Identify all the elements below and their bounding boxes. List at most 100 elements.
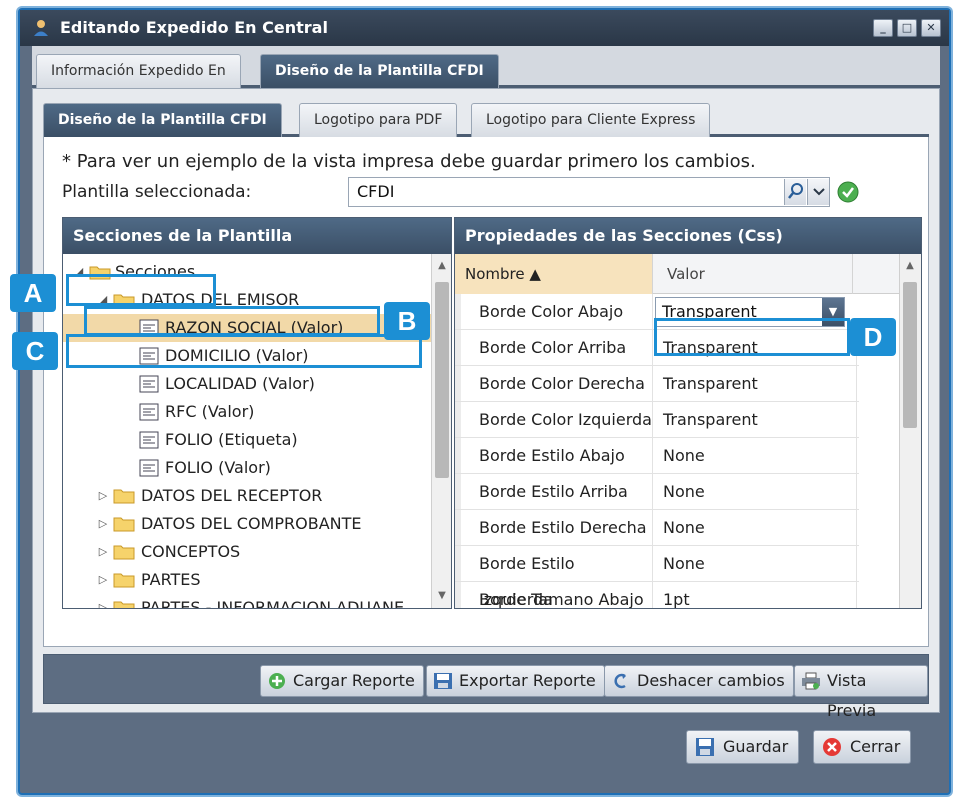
property-name: Borde Estilo Derecha [455, 510, 653, 545]
property-value[interactable]: None [653, 438, 857, 473]
save-button[interactable]: Guardar [686, 730, 800, 764]
tree-node-label: DATOS DEL COMPROBANTE [141, 514, 362, 533]
table-row[interactable]: Borde Tamano Abajo 1pt [455, 582, 859, 608]
property-name: Borde Estilo Izquierda [455, 546, 653, 608]
template-value: CFDI [357, 182, 395, 201]
design-panel: * Para ver un ejemplo de la vista impres… [43, 137, 929, 647]
user-icon [34, 20, 48, 36]
title-bar[interactable]: Editando Expedido En Central _ □ ✕ [20, 10, 949, 46]
property-value[interactable]: Transparent [653, 366, 857, 401]
sections-panel-title: Secciones de la Plantilla [63, 218, 451, 254]
tab-content: Diseño de la Plantilla CFDI Logotipo par… [32, 88, 940, 720]
undo-changes-button[interactable]: Deshacer cambios [604, 665, 794, 697]
sections-scrollbar[interactable]: ▲ ▼ [431, 254, 451, 608]
tree-node-folio-valor[interactable]: FOLIO (Valor) [63, 454, 431, 482]
property-value[interactable]: 1pt [653, 582, 857, 608]
export-report-button[interactable]: Exportar Reporte [426, 665, 605, 697]
expand-arrow-icon[interactable]: ▷ [97, 510, 109, 538]
table-row[interactable]: Borde Color Izquierda Transparent [455, 402, 859, 438]
load-report-label: Cargar Reporte [293, 671, 415, 690]
expand-arrow-icon[interactable]: ▷ [97, 566, 109, 594]
tab-logotipo-pdf[interactable]: Logotipo para PDF [299, 103, 458, 137]
tab-diseno-cfdi[interactable]: Diseño de la Plantilla CFDI [43, 103, 282, 137]
tree-node-conceptos[interactable]: ▷ CONCEPTOS [63, 538, 431, 566]
callout-c-label: C [12, 332, 58, 370]
text-field-icon [139, 459, 159, 477]
save-note: * Para ver un ejemplo de la vista impres… [62, 151, 756, 172]
property-value[interactable]: None [653, 546, 857, 581]
table-row[interactable]: Borde Estilo Abajo None [455, 438, 859, 474]
maximize-button[interactable]: □ [897, 19, 917, 37]
expand-arrow-icon[interactable]: ▷ [97, 482, 109, 510]
properties-scrollbar[interactable]: ▲ [899, 254, 921, 608]
close-window-button[interactable]: ✕ [921, 19, 941, 37]
callout-d-highlight [654, 318, 850, 356]
scroll-up-icon[interactable]: ▲ [900, 258, 920, 274]
scroll-thumb[interactable] [903, 282, 917, 428]
tree-node-label: DATOS DEL RECEPTOR [141, 486, 323, 505]
folder-icon [113, 489, 135, 504]
template-dropdown-button[interactable] [807, 179, 829, 205]
folder-icon [113, 601, 135, 608]
template-combo[interactable]: CFDI [348, 177, 830, 207]
tab-logotipo-cliente-express[interactable]: Logotipo para Cliente Express [471, 103, 711, 137]
tree-node-label: CONCEPTOS [141, 542, 241, 561]
minimize-button[interactable]: _ [873, 19, 893, 37]
print-preview-label: Vista Previa [827, 671, 877, 720]
close-button[interactable]: Cerrar [813, 730, 912, 764]
template-label: Plantilla seleccionada: [62, 182, 252, 202]
tab-diseno-plantilla[interactable]: Diseño de la Plantilla CFDI [260, 54, 499, 88]
text-field-icon [139, 375, 159, 393]
save-label: Guardar [723, 737, 789, 756]
scroll-down-icon[interactable]: ▼ [432, 588, 451, 604]
tree-node-label: FOLIO (Valor) [165, 458, 271, 477]
expand-arrow-icon[interactable]: ▷ [97, 538, 109, 566]
tree-node-rfc[interactable]: RFC (Valor) [63, 398, 431, 426]
scroll-up-icon[interactable]: ▲ [432, 258, 451, 274]
tree-node-label: LOCALIDAD (Valor) [165, 374, 315, 393]
property-value[interactable]: None [653, 510, 857, 545]
search-icon [788, 183, 803, 199]
tree-node-label: PARTES - INFORMACION ADUANE [141, 598, 405, 609]
property-name: Borde Estilo Arriba [455, 474, 653, 509]
folder-icon [113, 545, 135, 560]
text-field-icon [139, 403, 159, 421]
table-row[interactable]: Borde Estilo Derecha None [455, 510, 859, 546]
close-label: Cerrar [850, 737, 901, 756]
property-value[interactable]: Transparent [653, 402, 857, 437]
export-report-label: Exportar Reporte [459, 671, 596, 690]
property-name: Borde Tamano Abajo [455, 582, 653, 608]
print-preview-button[interactable]: Vista Previa [794, 665, 928, 720]
screenshot-frame: Editando Expedido En Central _ □ ✕ Infor… [0, 0, 972, 803]
property-name: Borde Color Arriba [455, 330, 653, 365]
tree-node-folio-etiqueta[interactable]: FOLIO (Etiqueta) [63, 426, 431, 454]
tree-node-label: FOLIO (Etiqueta) [165, 430, 298, 449]
window-title: Editando Expedido En Central [60, 18, 328, 37]
report-toolbar: Cargar Reporte Exportar Reporte Deshacer… [43, 654, 929, 720]
column-header-valor[interactable]: Valor [653, 254, 853, 294]
table-row[interactable]: Borde Color Derecha Transparent [455, 366, 859, 402]
printer-icon [802, 672, 820, 690]
tree-node-localidad[interactable]: LOCALIDAD (Valor) [63, 370, 431, 398]
tree-node-datos-comprobante[interactable]: ▷ DATOS DEL COMPROBANTE [63, 510, 431, 538]
tree-node-partes-aduana[interactable]: ▷ PARTES - INFORMACION ADUANE [63, 594, 431, 609]
save-disk-icon [434, 673, 452, 689]
folder-icon [113, 573, 135, 588]
callout-d-label: D [850, 318, 896, 356]
dialog-window: Editando Expedido En Central _ □ ✕ Infor… [18, 8, 951, 795]
tree-node-datos-receptor[interactable]: ▷ DATOS DEL RECEPTOR [63, 482, 431, 510]
expand-arrow-icon[interactable]: ▷ [97, 594, 109, 608]
inner-tab-strip: Diseño de la Plantilla CFDI Logotipo par… [43, 99, 929, 137]
column-header-nombre[interactable]: Nombre ▲ [455, 254, 653, 294]
tree-node-partes[interactable]: ▷ PARTES [63, 566, 431, 594]
tab-informacion-expedido[interactable]: Información Expedido En [36, 54, 241, 88]
chevron-down-icon: ▼ [828, 305, 838, 318]
scroll-thumb[interactable] [435, 282, 449, 478]
property-value[interactable]: None [653, 474, 857, 509]
callout-a-label: A [10, 274, 56, 312]
table-row[interactable]: Borde Estilo Izquierda None [455, 546, 859, 608]
text-field-icon [139, 431, 159, 449]
table-row[interactable]: Borde Estilo Arriba None [455, 474, 859, 510]
load-report-button[interactable]: Cargar Reporte [260, 665, 424, 697]
search-button[interactable] [784, 179, 806, 205]
